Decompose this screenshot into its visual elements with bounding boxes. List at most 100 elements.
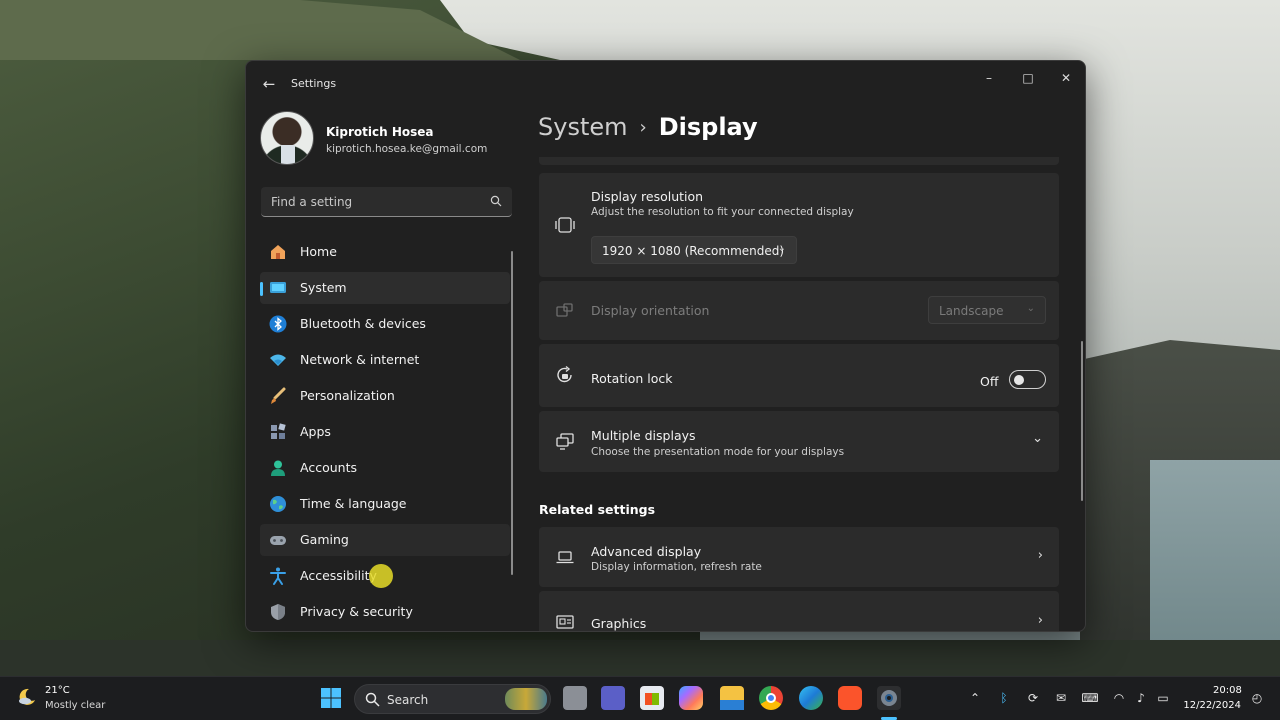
chevron-down-icon[interactable]: ⌄ [1032,431,1043,446]
accessibility-icon [270,567,286,585]
weather-condition[interactable]: Mostly clear [45,700,105,711]
sidebar-item-home[interactable]: Home [260,236,510,268]
display-settings-content: Display resolution Adjust the resolution… [539,157,1061,631]
battery-icon[interactable]: ▭ [1154,689,1172,707]
sidebar-item-gaming[interactable]: Gaming [260,524,510,556]
breadcrumb-parent[interactable]: System [538,113,628,141]
settings-taskbar-icon[interactable] [877,686,901,710]
window-title: Settings [291,77,337,90]
graphics-title: Graphics [591,616,647,631]
multiple-displays-title: Multiple displays [591,428,696,443]
advanced-display-title: Advanced display [591,544,702,559]
search-highlight-image [505,688,547,710]
clock-date[interactable]: 12/22/2024 [1183,700,1241,711]
sidebar-item-label: Gaming [300,532,349,547]
taskbar-search[interactable]: Search [354,684,551,714]
sidebar-item-privacy[interactable]: Privacy & security [260,596,510,628]
file-explorer-icon[interactable] [720,686,744,710]
rotation-lock-card: Rotation lock Off [539,344,1059,407]
sidebar-item-label: Personalization [300,388,395,403]
brave-icon[interactable] [838,686,862,710]
sidebar-item-label: Accounts [300,460,357,475]
display-orientation-card: Display orientation Landscape ⌄ [539,281,1059,340]
rotation-lock-toggle[interactable] [1009,370,1046,389]
toggle-knob [1014,375,1024,385]
advanced-display-subtitle: Display information, refresh rate [591,561,762,573]
content-scrollbar[interactable] [1081,341,1083,501]
display-resolution-title: Display resolution [591,189,704,204]
title-bar: ← Settings – □ ✕ [246,61,1085,107]
keyboard-icon[interactable]: ⌨ [1081,689,1099,707]
advanced-display-card[interactable]: Advanced display Display information, re… [539,527,1059,587]
gear-icon [881,690,897,706]
sidebar-item-accessibility[interactable]: Accessibility [260,560,510,592]
notification-icon[interactable]: ◴ [1248,689,1266,707]
sidebar-item-label: Accessibility [300,568,377,583]
wifi-tray-icon[interactable]: ◠ [1110,689,1128,707]
weather-moon-icon[interactable] [16,686,38,708]
related-settings-heading: Related settings [539,502,656,517]
orientation-dropdown[interactable]: Landscape ⌄ [928,296,1046,324]
weather-temperature[interactable]: 21°C [45,685,70,696]
edge-icon[interactable] [799,686,823,710]
search-placeholder: Find a setting [271,195,353,209]
task-view-icon[interactable] [563,686,587,710]
system-icon [270,282,286,293]
teams-icon[interactable] [601,686,625,710]
chevron-right-icon: › [1037,613,1043,628]
sidebar-item-bluetooth[interactable]: Bluetooth & devices [260,308,510,340]
settings-window: ← Settings – □ ✕ Kiprotich Hosea kiproti… [245,60,1086,632]
graphics-icon [556,615,574,629]
windows-start-icon[interactable] [320,687,342,709]
mouse-cursor-highlight [369,564,393,588]
clock-time[interactable]: 20:08 [1213,685,1242,696]
multiple-displays-card[interactable]: Multiple displays Choose the presentatio… [539,411,1059,472]
display-resolution-card: Display resolution Adjust the resolution… [539,173,1059,277]
bluetooth-icon [269,315,287,333]
sidebar-item-apps[interactable]: Apps [260,416,510,448]
sidebar-item-time-language[interactable]: Time & language [260,488,510,520]
rotation-lock-icon [557,365,572,383]
breadcrumb: System › Display [538,113,758,141]
sidebar-item-network[interactable]: Network & internet [260,344,510,376]
search-input[interactable]: Find a setting [261,187,512,217]
resolution-value: 1920 × 1080 (Recommended) [602,244,785,258]
minimize-button[interactable]: – [970,65,1008,91]
chevron-right-icon: › [639,117,647,138]
bluetooth-tray-icon[interactable]: ᛒ [995,689,1013,707]
resolution-dropdown[interactable]: 1920 × 1080 (Recommended) ⌄ [591,236,797,264]
shield-icon [271,604,285,620]
laptop-icon [556,551,574,564]
search-icon [365,692,380,707]
sync-icon[interactable]: ⟳ [1024,689,1042,707]
maximize-button[interactable]: □ [1009,65,1047,91]
close-button[interactable]: ✕ [1047,65,1085,91]
search-icon [490,195,502,207]
sidebar-scrollbar[interactable] [511,251,513,575]
store-icon[interactable] [640,686,664,710]
orientation-icon [556,303,573,317]
feedback-icon[interactable]: ✉ [1052,689,1070,707]
graphics-card[interactable]: Graphics › [539,591,1059,631]
rotation-lock-state: Off [980,374,999,389]
sidebar-item-system[interactable]: System [260,272,510,304]
display-orientation-title: Display orientation [591,303,710,318]
sidebar-nav: Home System Bluetooth & devices Network … [260,236,510,631]
sidebar-item-accounts[interactable]: Accounts [260,452,510,484]
sidebar-item-personalization[interactable]: Personalization [260,380,510,412]
taskbar: 21°C Mostly clear Search ⌃ ᛒ ⟳ ✉ ⌨ ◠ ♪ ▭… [0,676,1280,720]
chevron-down-icon: ⌄ [777,243,786,254]
chrome-icon[interactable] [759,686,783,710]
copilot-icon[interactable] [679,686,703,710]
avatar [260,111,314,165]
user-profile[interactable]: Kiprotich Hosea kiprotich.hosea.ke@gmail… [260,111,520,167]
sidebar-item-label: Home [300,244,337,259]
back-button[interactable]: ← [258,73,280,95]
multiple-displays-subtitle: Choose the presentation mode for your di… [591,446,845,458]
resolution-icon [555,217,575,233]
sidebar-item-label: System [300,280,347,295]
sidebar-item-label: Network & internet [300,352,420,367]
volume-icon[interactable]: ♪ [1132,689,1150,707]
apps-icon [271,423,286,439]
chevron-up-icon[interactable]: ⌃ [966,689,984,707]
